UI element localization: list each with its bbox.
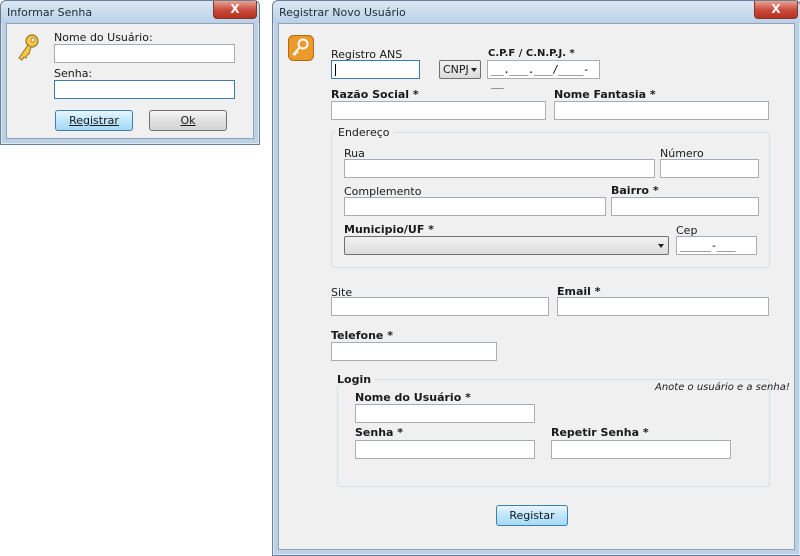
registro-ans-input[interactable] [331, 60, 420, 79]
bairro-input[interactable] [611, 197, 759, 216]
nome-fantasia-label: Nome Fantasia * [554, 88, 656, 101]
submit-register-button[interactable]: Registar [496, 505, 568, 526]
login-username-label: Nome do Usuário * [355, 391, 471, 404]
email-input[interactable] [557, 297, 769, 316]
rua-input[interactable] [344, 159, 655, 178]
login-dialog-close-button[interactable]: X [213, 1, 257, 19]
complemento-input[interactable] [344, 197, 606, 216]
municipio-select[interactable] [344, 236, 669, 255]
register-button[interactable]: Registrar [55, 110, 133, 131]
login-repeat-password-label: Repetir Senha * [551, 426, 649, 439]
doc-type-select[interactable]: CNPJ [439, 60, 481, 79]
telefone-label: Telefone * [331, 329, 393, 342]
register-dialog: Registrar Novo Usuário X Registro ANS CN… [272, 0, 800, 556]
login-password-input[interactable] [355, 440, 535, 459]
login-dialog-titlebar[interactable]: Informar Senha X [1, 1, 259, 23]
login-dialog: Informar Senha X Nome do Usuário: Senha:… [0, 0, 260, 145]
password-label: Senha: [54, 67, 92, 80]
chevron-down-icon [471, 68, 477, 72]
razao-social-label: Razão Social * [331, 88, 419, 101]
doc-type-selected: CNPJ [443, 63, 469, 76]
razao-social-input[interactable] [331, 101, 546, 120]
register-dialog-titlebar[interactable]: Registrar Novo Usuário X [273, 1, 800, 23]
cep-mask: _____-___ [680, 239, 735, 252]
endereco-group-title: Endereço [335, 126, 393, 139]
register-button-label: Registrar [69, 114, 119, 127]
numero-input[interactable] [660, 159, 759, 178]
username-input[interactable] [54, 44, 235, 63]
key-badge-icon [288, 35, 314, 61]
password-input[interactable] [54, 80, 235, 99]
username-label: Nome do Usuário: [54, 31, 153, 44]
cpf-cnpj-mask: __.___.___/____-__ [491, 63, 599, 89]
login-note: Anote o usuário e a senha! [655, 382, 790, 393]
site-input[interactable] [331, 297, 549, 316]
ok-button[interactable]: Ok [149, 110, 227, 131]
register-dialog-body: Registro ANS CNPJ C.P.F / C.N.P.J. * __.… [278, 23, 795, 550]
login-password-label: Senha * [355, 426, 403, 439]
register-dialog-title: Registrar Novo Usuário [279, 6, 406, 19]
login-username-input[interactable] [355, 404, 535, 423]
ok-button-label: Ok [180, 114, 195, 127]
chevron-down-icon [658, 244, 664, 248]
key-icon [15, 33, 41, 63]
text-cursor [335, 64, 336, 76]
nome-fantasia-input[interactable] [554, 101, 769, 120]
login-group-title: Login [334, 373, 374, 386]
bairro-label: Bairro * [611, 184, 659, 197]
register-dialog-close-button[interactable]: X [754, 1, 798, 19]
login-dialog-title: Informar Senha [7, 6, 92, 19]
cpf-cnpj-label: C.P.F / C.N.P.J. * [488, 48, 575, 59]
login-repeat-password-input[interactable] [551, 440, 731, 459]
login-dialog-body: Nome do Usuário: Senha: Registrar Ok [6, 23, 254, 139]
telefone-input[interactable] [331, 342, 497, 361]
cpf-cnpj-input[interactable]: __.___.___/____-__ [487, 60, 600, 79]
cep-input[interactable]: _____-___ [676, 236, 757, 255]
municipio-label: Municipio/UF * [344, 223, 434, 236]
